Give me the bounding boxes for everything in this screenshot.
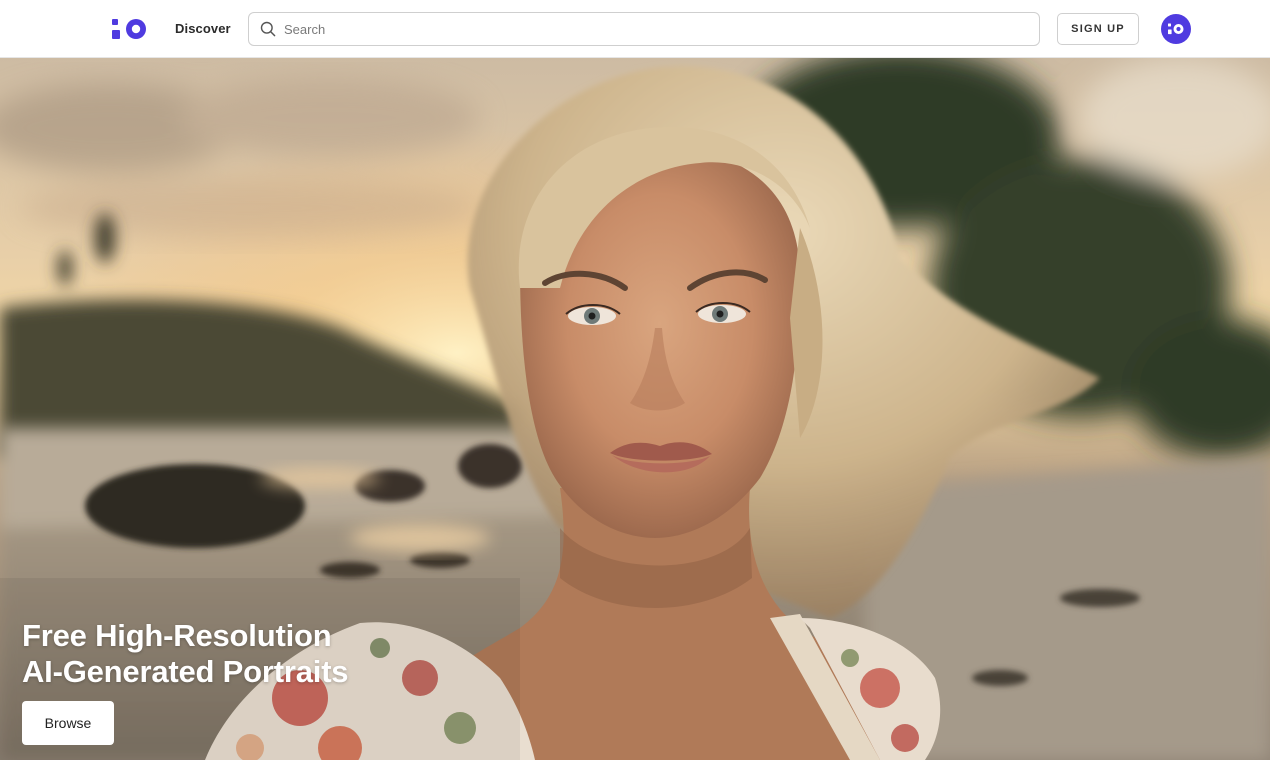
hero-title: Free High-Resolution AI-Generated Portra… [22,618,349,690]
nav-discover-link[interactable]: Discover [175,21,231,36]
search-bar[interactable] [248,12,1040,46]
logo-icon[interactable] [112,18,148,40]
sign-up-button[interactable]: SIGN UP [1057,13,1139,45]
search-input[interactable] [284,21,1024,37]
hero-section: Free High-Resolution AI-Generated Portra… [0,58,1270,760]
search-icon [260,21,276,37]
hero-title-line-1: Free High-Resolution [22,618,332,653]
browse-button[interactable]: Browse [22,701,114,745]
avatar-logo-icon[interactable] [1161,14,1191,44]
hero-title-line-2: AI-Generated Portraits [22,654,349,689]
top-navigation-bar: Discover SIGN UP [0,0,1270,58]
